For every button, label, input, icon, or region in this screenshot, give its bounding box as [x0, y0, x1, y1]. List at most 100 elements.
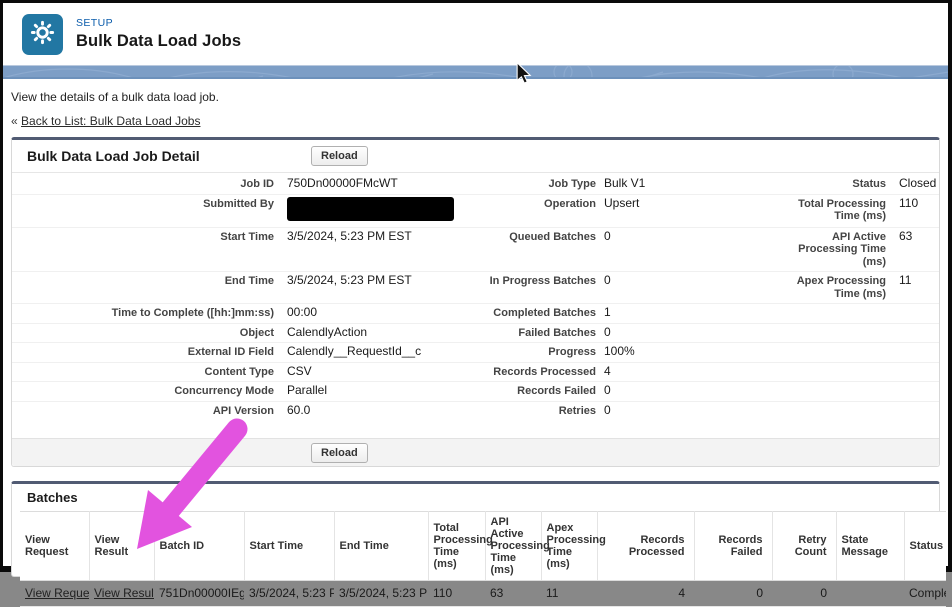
field-value: 0: [604, 404, 705, 417]
col-end-time: End Time: [334, 512, 428, 581]
field-label: Retries: [433, 404, 596, 418]
field-value: 00:00: [287, 306, 433, 319]
field-label: Apex Processing Time (ms): [796, 274, 886, 300]
field-value: Bulk V1: [604, 177, 705, 190]
field-value: 3/5/2024, 5:23 PM EST: [287, 274, 433, 287]
setup-header: SETUP Bulk Data Load Jobs: [3, 3, 948, 65]
field-label: API Version: [12, 404, 274, 418]
field-value: 0: [604, 230, 705, 243]
col-records-failed: Records Failed: [694, 512, 772, 581]
col-start-time: Start Time: [244, 512, 334, 581]
reload-button-top[interactable]: Reload: [311, 146, 368, 166]
field-value: 3/5/2024, 5:23 PM EST: [287, 230, 433, 243]
job-detail-title: Bulk Data Load Job Detail: [27, 148, 200, 164]
field-label: Content Type: [12, 365, 274, 379]
col-view-result: View Result: [89, 512, 154, 581]
field-value: 63: [899, 230, 939, 243]
batch-records-failed: 0: [694, 581, 772, 607]
job-detail-section: Bulk Data Load Job Detail Reload Job ID …: [11, 137, 940, 467]
field-label: [796, 345, 886, 346]
field-label: [796, 384, 886, 385]
batch-row: View Request View Result 751Dn00000IEgrm…: [20, 581, 946, 607]
detail-row: End Time 3/5/2024, 5:23 PM EST In Progre…: [12, 271, 939, 303]
detail-row: Object CalendlyAction Failed Batches 0: [12, 323, 939, 343]
col-retry-count: Retry Count: [772, 512, 836, 581]
back-chevrons: «: [11, 114, 18, 128]
field-label: [796, 326, 886, 327]
field-label: Records Failed: [433, 384, 596, 398]
field-value: 110: [899, 197, 939, 210]
field-label: Queued Batches: [433, 230, 596, 244]
field-label: [796, 404, 886, 405]
col-status: Status: [904, 512, 946, 581]
col-api-active-processing: API Active Processing Time (ms): [485, 512, 541, 581]
field-label: Operation: [433, 197, 596, 211]
back-to-list-link[interactable]: Back to List: Bulk Data Load Jobs: [21, 114, 200, 128]
col-records-processed: Records Processed: [597, 512, 694, 581]
field-value: 100%: [604, 345, 705, 358]
field-value: CSV: [287, 365, 433, 378]
field-value: 0: [604, 384, 705, 397]
job-detail-header: Bulk Data Load Job Detail Reload: [12, 140, 939, 173]
field-label: End Time: [12, 274, 274, 288]
batches-table-container: View Request View Result Batch ID Start …: [20, 511, 946, 607]
field-label: Records Processed: [433, 365, 596, 379]
field-value: 1: [604, 306, 705, 319]
detail-row: Content Type CSV Records Processed 4: [12, 362, 939, 382]
field-label: Status: [796, 177, 886, 191]
field-label: Submitted By: [12, 197, 274, 211]
setup-eyebrow: SETUP: [76, 17, 241, 29]
col-batch-id: Batch ID: [154, 512, 244, 581]
view-result-link[interactable]: View Result: [94, 586, 154, 600]
field-value: 750Dn00000FMcWT: [287, 177, 433, 190]
field-value: 11: [899, 274, 939, 287]
field-label: Completed Batches: [433, 306, 596, 320]
batches-title: Batches: [12, 484, 939, 505]
batches-header-row: View Request View Result Batch ID Start …: [20, 512, 946, 581]
field-label: Total Processing Time (ms): [796, 197, 886, 223]
field-value: 0: [604, 274, 705, 287]
col-total-processing: Total Processing Time (ms): [428, 512, 485, 581]
job-detail-rows: Job ID 750Dn00000FMcWT Job Type Bulk V1 …: [12, 173, 939, 420]
batch-id-value: 751Dn00000IEgrm: [154, 581, 244, 607]
detail-row: External ID Field Calendly__RequestId__c…: [12, 342, 939, 362]
field-label: Job ID: [12, 177, 274, 191]
detail-row: Job ID 750Dn00000FMcWT Job Type Bulk V1 …: [12, 173, 939, 194]
job-detail-footer: Reload: [12, 438, 939, 466]
field-value: Calendly__RequestId__c: [287, 345, 433, 358]
field-label: Job Type: [433, 177, 596, 191]
intro-text: View the details of a bulk data load job…: [11, 90, 948, 104]
batch-total-processing: 110: [428, 581, 485, 607]
batch-api-active-processing: 63: [485, 581, 541, 607]
detail-row: Time to Complete ([hh:]mm:ss) 00:00 Comp…: [12, 303, 939, 323]
batches-section: Batches View Request View Result Batch I…: [11, 481, 940, 577]
field-value: CalendlyAction: [287, 326, 433, 339]
col-state-message: State Message: [836, 512, 904, 581]
field-label: Time to Complete ([hh:]mm:ss): [12, 306, 274, 320]
redacted-value: [287, 197, 454, 221]
batch-retry-count: 0: [772, 581, 836, 607]
col-view-request: View Request: [20, 512, 89, 581]
batch-end-time: 3/5/2024, 5:23 PM: [334, 581, 428, 607]
detail-row: Start Time 3/5/2024, 5:23 PM EST Queued …: [12, 227, 939, 272]
field-label: External ID Field: [12, 345, 274, 359]
reload-button-bottom[interactable]: Reload: [311, 443, 368, 463]
field-label: In Progress Batches: [433, 274, 596, 288]
detail-row: Concurrency Mode Parallel Records Failed…: [12, 381, 939, 401]
gear-icon: [29, 19, 56, 51]
field-value: Upsert: [604, 197, 705, 210]
field-label: Start Time: [12, 230, 274, 244]
view-request-link[interactable]: View Request: [25, 586, 89, 600]
detail-row: API Version 60.0 Retries 0: [12, 401, 939, 421]
batch-apex-processing: 11: [541, 581, 597, 607]
field-value: 0: [604, 326, 705, 339]
breadcrumb: « Back to List: Bulk Data Load Jobs: [11, 114, 948, 128]
field-label: Concurrency Mode: [12, 384, 274, 398]
col-apex-processing: Apex Processing Time (ms): [541, 512, 597, 581]
batch-state-message: [836, 581, 904, 607]
field-label: Object: [12, 326, 274, 340]
batches-table: View Request View Result Batch ID Start …: [20, 511, 946, 607]
setup-gear-tile: [22, 14, 63, 55]
batch-start-time: 3/5/2024, 5:23 PM: [244, 581, 334, 607]
decorative-banner: [3, 65, 948, 79]
